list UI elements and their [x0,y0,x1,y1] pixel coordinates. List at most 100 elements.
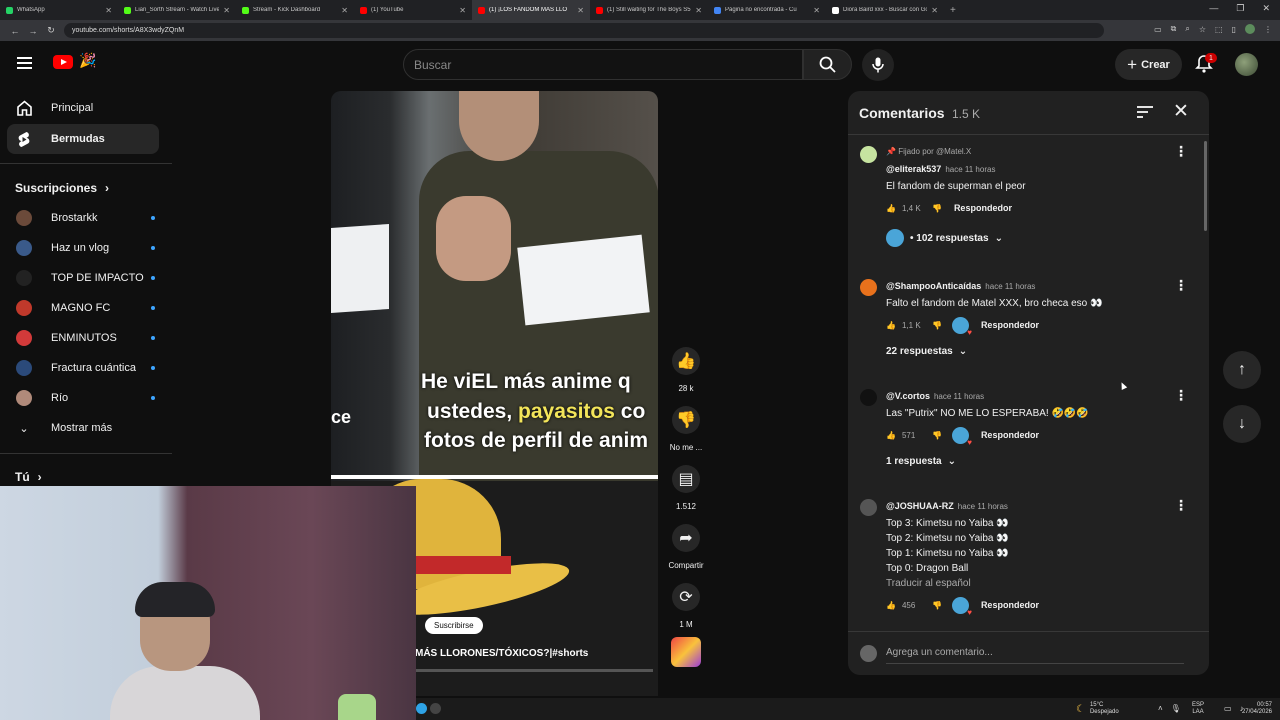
comment-more-icon[interactable]: ⋮ [1174,277,1188,294]
subscription-item[interactable]: Brostarkk [7,203,159,233]
browser-menu-icon[interactable]: ⋮ [1264,25,1272,34]
next-short-button[interactable]: ↓ [1223,405,1261,443]
subscription-item[interactable]: Haz un vlog [7,233,159,263]
forward-icon[interactable]: → [24,26,42,36]
zoom-icon[interactable]: ⌕ [1185,24,1189,34]
subscription-item[interactable]: TOP DE IMPACTO [7,263,159,293]
voice-search-button[interactable] [862,49,894,81]
browser-tab[interactable]: (1) YouTube ✕ [354,0,472,20]
browser-tab[interactable]: Diora Baird xxx - Buscar con Go ✕ [826,0,944,20]
thumbs-down-icon[interactable]: 👎 [932,431,942,440]
thumbs-up-icon[interactable]: 👍 [886,321,896,330]
show-more-button[interactable]: ⌄ Mostrar más [7,413,159,443]
tab-close-icon[interactable]: ✕ [931,6,938,15]
avatar[interactable] [860,389,877,406]
install-icon[interactable]: ⧉ [1171,24,1177,34]
like-button[interactable]: 👍 [672,347,700,375]
chevron-up-icon[interactable]: ˄ [1158,704,1163,713]
thumbs-down-icon[interactable]: 👎 [932,601,942,610]
comment-author[interactable]: @eliterak537 hace 11 horas [886,164,995,174]
tab-close-icon[interactable]: ✕ [813,6,820,15]
browser-tab[interactable]: (1) ¡LOS FANDOM MAS LLO ✕ [472,0,590,20]
reload-icon[interactable]: ↻ [42,25,60,36]
subscriptions-heading[interactable]: Suscripciones › [15,181,109,195]
view-replies-button[interactable]: 1 respuesta ⌄ [886,456,956,467]
comments-button[interactable]: ▤ [672,465,700,493]
cast-icon[interactable]: ▭ [1154,25,1162,34]
comment-more-icon[interactable]: ⋮ [1174,497,1188,514]
account-avatar[interactable] [1235,53,1258,76]
you-heading[interactable]: Tú › [15,470,42,484]
tab-close-icon[interactable]: ✕ [695,6,702,15]
view-replies-button[interactable]: • 102 respuestas ⌄ [886,229,1003,247]
view-replies-button[interactable]: 22 respuestas ⌄ [886,346,967,357]
comment-more-icon[interactable]: ⋮ [1174,143,1188,160]
reply-button[interactable]: Respondedor [981,430,1039,440]
video-progress-bar[interactable] [415,669,653,672]
extensions-icon[interactable]: ⬚ [1215,25,1223,34]
clock[interactable]: 00:57 27/04/2026 [1242,702,1272,716]
url-field[interactable]: youtube.com/shorts/A8X3wdyZQnM [64,23,1104,38]
minimize-icon[interactable]: — [1209,3,1218,14]
tab-close-icon[interactable]: ✕ [341,6,348,15]
subscribe-button[interactable]: Suscribirse [425,617,483,634]
avatar[interactable] [860,499,877,516]
tab-close-icon[interactable]: ✕ [577,6,584,15]
avatar[interactable] [860,279,877,296]
comment-username[interactable]: @ShampooAnticaídas [886,281,981,291]
thumbs-up-icon[interactable]: 👍 [886,601,896,610]
add-comment-input[interactable]: Agrega un comentario... [886,647,993,658]
remix-button[interactable]: ⟳ [672,583,700,611]
avatar[interactable] [860,146,877,163]
comment-more-icon[interactable]: ⋮ [1174,387,1188,404]
maximize-icon[interactable]: ❐ [1236,3,1244,14]
dislike-button[interactable]: 👎 [672,406,700,434]
close-icon[interactable]: ✕ [1173,102,1189,121]
thumbs-up-icon[interactable]: 👍 [886,204,896,213]
comment-username[interactable]: @JOSHUAA-RZ [886,501,954,511]
sidebar-item-bermudas[interactable]: Bermudas [7,124,159,154]
browser-profile-avatar[interactable] [1245,24,1255,34]
comment-username[interactable]: @eliterak537 [886,164,941,174]
youtube-logo[interactable] [53,55,73,69]
comment-username[interactable]: @V.cortos [886,391,930,401]
translate-link[interactable]: Traducir al español [886,578,971,589]
weather-widget[interactable]: ☾ 15°C Despejado [1076,702,1119,716]
thumbs-down-icon[interactable]: 👎 [932,204,942,213]
sidebar-item-principal[interactable]: Principal [7,93,159,123]
comment-author[interactable]: @ShampooAnticaídas hace 11 horas [886,281,1035,291]
comment-time[interactable]: hace 11 horas [985,282,1035,291]
tab-close-icon[interactable]: ✕ [223,6,230,15]
browser-tab[interactable]: Lian_Sorth Stream - Watch Live ✕ [118,0,236,20]
hamburger-menu-icon[interactable] [17,57,32,69]
comment-author[interactable]: @V.cortos hace 11 horas [886,391,984,401]
bookmark-star-icon[interactable]: ☆ [1199,25,1206,34]
subscription-item[interactable]: MAGNO FC [7,293,159,323]
create-button[interactable]: + Crear [1115,49,1182,80]
sidebar-toggle-icon[interactable]: ▯ [1232,25,1236,34]
subscription-item[interactable]: Río [7,383,159,413]
subscription-item[interactable]: Fractura cuántica [7,353,159,383]
tab-close-icon[interactable]: ✕ [105,6,112,15]
taskbar-app-icon[interactable] [416,703,427,714]
network-icon[interactable]: ▭ [1224,704,1232,713]
sort-icon[interactable] [1137,105,1153,119]
microphone-icon[interactable]: 🎙 [1171,704,1181,713]
new-tab-button[interactable]: + [950,5,956,16]
comment-time[interactable]: hace 11 horas [934,392,984,401]
comment-time[interactable]: hace 11 horas [958,502,1008,511]
share-button[interactable]: ➦ [672,524,700,552]
tab-close-icon[interactable]: ✕ [459,6,466,15]
comments-scrollbar[interactable] [1204,141,1207,231]
previous-short-button[interactable]: ↑ [1223,351,1261,389]
reply-button[interactable]: Respondedor [981,320,1039,330]
sound-thumbnail[interactable] [671,637,701,667]
close-window-icon[interactable]: ✕ [1262,3,1270,14]
comment-author[interactable]: @JOSHUAA-RZ hace 11 horas [886,501,1008,511]
browser-tab[interactable]: WhatsApp ✕ [0,0,118,20]
browser-tab[interactable]: (1) Still waiting for The Boys S5 ✕ [590,0,708,20]
browser-tab[interactable]: Stream - Kick Dashboard ✕ [236,0,354,20]
language-indicator[interactable]: ESP LAA [1192,702,1204,716]
subscription-item[interactable]: ENMINUTOS [7,323,159,353]
back-icon[interactable]: ← [6,26,24,36]
